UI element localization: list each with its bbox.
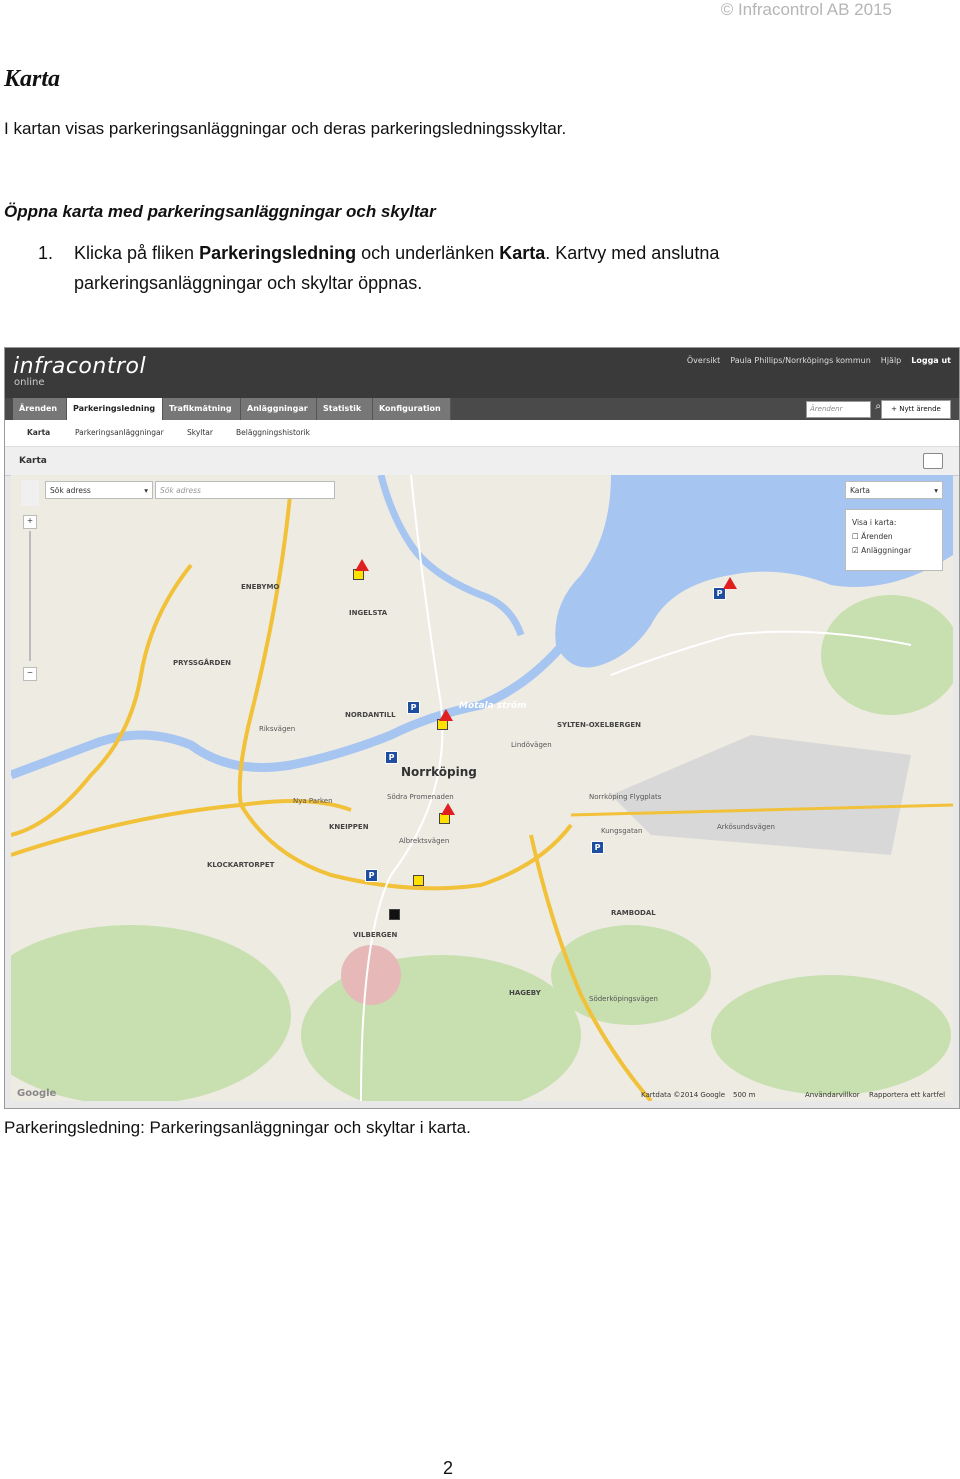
step-bold-tab: Parkeringsledning	[199, 243, 357, 263]
map-label-street: Arkösundsvägen	[717, 823, 775, 831]
parking-p-icon[interactable]: P	[385, 751, 398, 764]
print-icon[interactable]	[923, 453, 943, 469]
map-view[interactable]: Sök adress ▾ Sök adress + − Karta ▾ Visa …	[11, 475, 953, 1101]
layer-panel-title: Visa i karta:	[852, 518, 897, 527]
map-label-street: Lindövägen	[511, 741, 552, 749]
step-text-part: Klicka på fliken	[74, 243, 200, 263]
map-label-district: KLOCKARTORPET	[207, 861, 275, 869]
nav-overview[interactable]: Översikt	[687, 356, 720, 365]
report-error-link[interactable]: Rapportera ett kartfel	[869, 1091, 945, 1099]
address-type-select[interactable]: Sök adress ▾	[45, 481, 153, 499]
subtab-belaggningshistorik[interactable]: Beläggningshistorik	[236, 428, 310, 437]
step-text: Klicka på fliken Parkeringsledning och u…	[74, 238, 894, 298]
tab-anlaggningar[interactable]: Anläggningar	[241, 398, 317, 420]
tab-statistik[interactable]: Statistik	[317, 398, 373, 420]
map-scale: 500 m	[733, 1091, 756, 1099]
terms-link[interactable]: Användarvillkor	[805, 1091, 860, 1099]
map-label-street: Söderköpingsvägen	[589, 995, 658, 1003]
layer-option-label: Anläggningar	[861, 546, 912, 555]
page-title: Karta	[4, 66, 61, 92]
sign-marker[interactable]	[389, 909, 400, 920]
tab-konfiguration[interactable]: Konfiguration	[373, 398, 451, 420]
app-logo-sub: online	[14, 377, 45, 388]
warning-sign-marker[interactable]	[441, 803, 455, 815]
map-label-city: Norrköping	[401, 765, 477, 779]
app-logo: infracontrol	[13, 354, 147, 379]
chevron-down-icon: ▾	[934, 486, 938, 495]
map-label-district: INGELSTA	[349, 609, 388, 617]
figure-caption: Parkeringsledning: Parkeringsanläggninga…	[4, 1118, 471, 1137]
map-label-street: Albrektsvägen	[399, 837, 450, 845]
map-label-street: Södra Promenaden	[387, 793, 454, 801]
copyright-header: © Infracontrol AB 2015	[720, 0, 892, 19]
map-type-label: Karta	[850, 486, 871, 495]
map-label-district: ENEBYMO	[241, 583, 280, 591]
top-nav: Översikt Paula Phillips/Norrköpings komm…	[687, 356, 951, 365]
sub-nav: Karta Parkeringsanläggningar Skyltar Bel…	[5, 420, 959, 447]
map-label-district: PRYSSGÅRDEN	[173, 659, 231, 667]
parking-p-icon[interactable]: P	[365, 869, 378, 882]
section-heading: Öppna karta med parkeringsanläggningar o…	[4, 202, 436, 221]
app-screenshot: infracontrol online Översikt Paula Phill…	[4, 347, 960, 1109]
map-label-street: Kungsgatan	[601, 827, 643, 835]
map-label-district: VILBERGEN	[353, 931, 398, 939]
map-canvas	[11, 475, 953, 1101]
new-case-button[interactable]: + Nytt ärende	[881, 400, 951, 419]
google-logo: Google	[17, 1088, 57, 1099]
chevron-down-icon: ▾	[144, 486, 148, 495]
address-search-input[interactable]: Sök adress	[155, 481, 335, 499]
map-label-district: SYLTEN-OXELBERGEN	[557, 721, 641, 729]
map-label-district: HAGEBY	[509, 989, 541, 997]
tab-bar: Ärenden Parkeringsledning Trafikmätning …	[5, 398, 959, 420]
new-case-label: Nytt ärende	[899, 405, 941, 413]
nav-help[interactable]: Hjälp	[881, 356, 901, 365]
intro-text: I kartan visas parkeringsanläggningar oc…	[4, 119, 567, 138]
zoom-slider[interactable]	[29, 531, 31, 661]
case-search-input[interactable]: Ärendenr	[806, 401, 871, 418]
warning-sign-marker[interactable]	[723, 577, 737, 589]
map-label-district: NORDANTILL	[345, 711, 396, 719]
nav-logout[interactable]: Logga ut	[911, 356, 951, 365]
step-number: 1.	[38, 243, 54, 263]
subtab-karta[interactable]: Karta	[27, 428, 50, 437]
subtab-skyltar[interactable]: Skyltar	[187, 428, 213, 437]
map-type-select[interactable]: Karta ▾	[845, 481, 943, 499]
panel-title: Karta	[19, 456, 47, 466]
streetview-pegman-icon[interactable]	[21, 480, 39, 506]
app-topbar: infracontrol online Översikt Paula Phill…	[5, 348, 959, 398]
step-bold-link: Karta	[499, 243, 546, 263]
map-label-airport: Norrköping Flygplats	[589, 793, 662, 801]
nav-user[interactable]: Paula Phillips/Norrköpings kommun	[730, 356, 871, 365]
parking-p-icon[interactable]: P	[591, 841, 604, 854]
layer-option-label: Ärenden	[861, 532, 893, 541]
tab-arenden[interactable]: Ärenden	[13, 398, 67, 420]
subtab-parkeringsanlaggningar[interactable]: Parkeringsanläggningar	[75, 428, 164, 437]
panel-header: Karta	[5, 447, 959, 476]
map-label-district: KNEIPPEN	[329, 823, 369, 831]
warning-sign-marker[interactable]	[355, 559, 369, 571]
layer-option-arenden[interactable]: ☐ Ärenden	[852, 530, 936, 544]
map-copyright: Kartdata ©2014 Google	[641, 1091, 726, 1099]
parking-facility-marker[interactable]	[413, 875, 424, 886]
step-text-part: och underlänken	[356, 243, 500, 263]
map-label-place: Nya Parken	[293, 797, 333, 805]
layer-panel: Visa i karta: ☐ Ärenden ☑ Anläggningar	[845, 509, 943, 571]
tab-parkeringsledning[interactable]: Parkeringsledning	[67, 398, 163, 420]
address-type-label: Sök adress	[50, 486, 91, 495]
map-label-street: Riksvägen	[259, 725, 296, 733]
zoom-in-button[interactable]: +	[23, 515, 37, 529]
map-label-district: RAMBODAL	[611, 909, 656, 917]
layer-option-anlaggningar[interactable]: ☑ Anläggningar	[852, 544, 936, 558]
tab-trafikmatning[interactable]: Trafikmätning	[163, 398, 241, 420]
page-number: 2	[443, 1458, 454, 1478]
map-label-river: Motala ström	[459, 701, 527, 711]
warning-sign-marker[interactable]	[439, 709, 453, 721]
parking-p-icon[interactable]: P	[407, 701, 420, 714]
zoom-out-button[interactable]: −	[23, 667, 37, 681]
